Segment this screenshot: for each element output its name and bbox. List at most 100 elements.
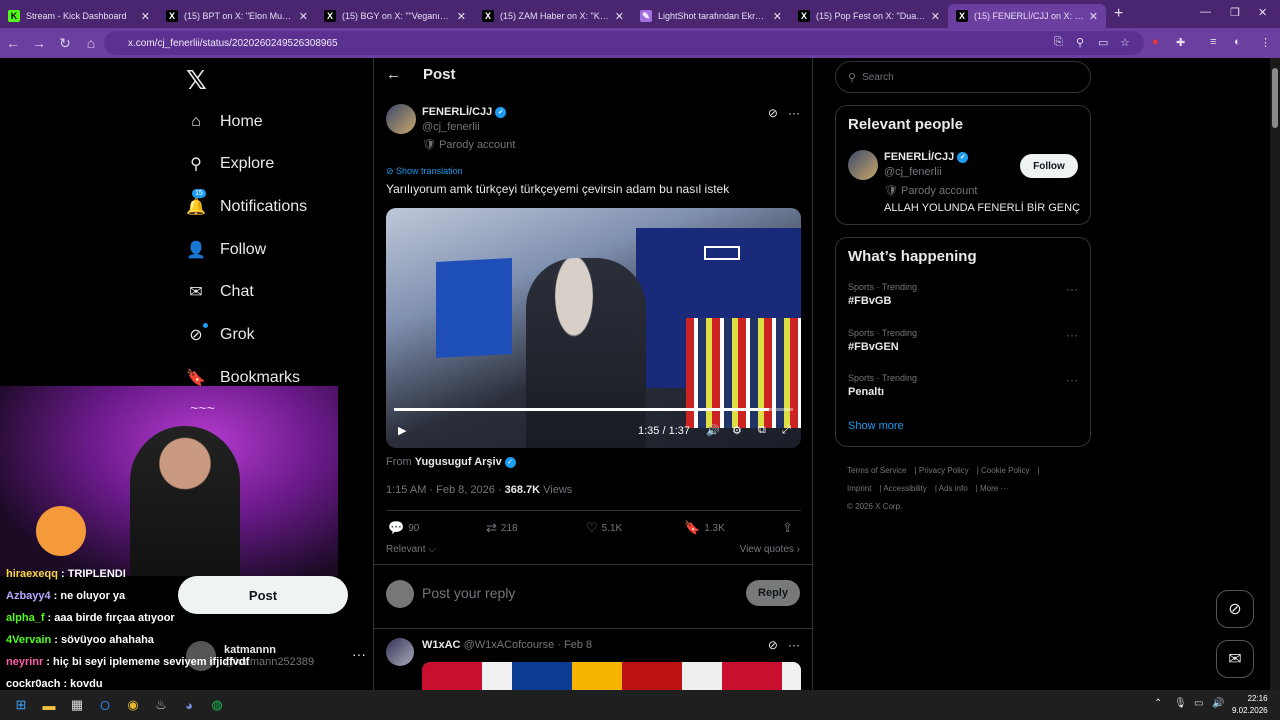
nav-explore[interactable]: ⚲ Explore	[186, 154, 274, 174]
video-progress-bar[interactable]	[394, 408, 793, 411]
forward-icon[interactable]: →	[26, 35, 52, 51]
volume-icon[interactable]: 🔊	[706, 424, 720, 437]
author-name[interactable]: FENERLİ/CJJ ✓	[422, 106, 507, 118]
neon-sign-image: ~~~	[190, 400, 215, 416]
nav-follow[interactable]: 👤 Follow	[186, 240, 266, 260]
repost-action[interactable]: ⇄ 218	[486, 520, 518, 536]
minimize-icon[interactable]: —	[1200, 6, 1211, 18]
reply-action[interactable]: 💬 90	[388, 520, 419, 536]
grok-icon[interactable]: ⊘	[768, 638, 778, 652]
person-handle[interactable]: @cj_fenerlii	[884, 166, 942, 178]
author-avatar[interactable]	[386, 104, 416, 134]
nav-chat[interactable]: ✉ Chat	[186, 282, 254, 302]
scrollbar-thumb[interactable]	[1272, 68, 1278, 128]
avatar[interactable]	[386, 638, 414, 666]
url-field[interactable]: x.com/cj_fenerlii/status/202026024952630…	[104, 31, 1144, 55]
reply-input[interactable]: Post your reply	[422, 585, 515, 601]
browser-tab[interactable]: X(15) BPT on X: "Elon Musk'ın 1.0✕	[158, 4, 316, 28]
browser-tab[interactable]: X(15) BGY on X: ""Veganım ben"✕	[316, 4, 474, 28]
mic-icon[interactable]: 🎙	[1174, 698, 1187, 709]
more-icon[interactable]: ···	[1066, 373, 1078, 387]
file-explorer-icon[interactable]: ▬	[38, 694, 60, 716]
home-browser-icon[interactable]: ⌂	[78, 35, 104, 51]
source-name[interactable]: Yugusuguf Arşiv	[415, 456, 502, 468]
close-icon[interactable]: ✕	[299, 10, 308, 23]
video-player[interactable]: ▶ 1:35 / 1:37 🔊 ⚙ ⧉ ⤢	[386, 208, 801, 448]
reply-author[interactable]: W1xAC @W1xACofcourse · Feb 8	[422, 639, 592, 651]
avatar	[386, 580, 414, 608]
page-scrollbar[interactable]	[1270, 58, 1280, 690]
reading-list-icon[interactable]: ≡	[1210, 36, 1216, 48]
x-logo[interactable]: 𝕏	[186, 66, 207, 96]
nav-grok[interactable]: ⊘ Grok	[186, 323, 255, 345]
profile-avatar[interactable]: ◐	[1234, 36, 1241, 48]
person-name[interactable]: FENERLİ/CJJ ✓	[884, 151, 969, 163]
follow-button[interactable]: Follow	[1020, 154, 1078, 178]
pip-icon[interactable]: ⧉	[758, 424, 766, 437]
browser-tab-active[interactable]: X(15) FENERLİ/CJJ on X: "Yarılıyo✕	[948, 4, 1106, 28]
browser-tab[interactable]: K Stream - Kick Dashboard ✕	[0, 4, 158, 28]
reply-image[interactable]	[422, 662, 801, 690]
fullscreen-icon[interactable]: ⤢	[782, 424, 791, 437]
windows-start-icon[interactable]: ⊞	[10, 694, 32, 716]
bookmark-star-icon[interactable]: ☆	[1120, 36, 1130, 49]
trend-item[interactable]: Sports · Trending Penaltı	[848, 373, 917, 398]
reload-icon[interactable]: ↻	[52, 35, 78, 52]
extension-icon[interactable]: ●	[1152, 36, 1159, 48]
speaker-icon[interactable]: 🔊	[1212, 698, 1224, 709]
share-action[interactable]: ⇪	[782, 520, 797, 536]
back-icon[interactable]: ←	[0, 35, 26, 51]
nav-notifications[interactable]: 🔔 15 Notifications	[186, 189, 307, 217]
close-icon[interactable]: ✕	[931, 10, 940, 23]
bookmark-action[interactable]: 🔖 1.3K	[684, 520, 725, 536]
reply-button[interactable]: Reply	[746, 580, 800, 606]
close-icon[interactable]: ✕	[773, 10, 782, 23]
steam-icon[interactable]: ♨	[150, 694, 172, 716]
chrome-icon[interactable]: ◉	[122, 694, 144, 716]
outlook-icon[interactable]: O	[94, 694, 116, 716]
more-icon[interactable]: ···	[788, 106, 800, 120]
back-arrow-icon[interactable]: ←	[386, 66, 401, 83]
new-tab-icon[interactable]: +	[1114, 5, 1123, 23]
more-icon[interactable]: ···	[788, 638, 800, 652]
window-close-icon[interactable]: ✕	[1258, 6, 1267, 19]
translate-icon[interactable]: ⎘	[1054, 36, 1063, 49]
close-icon[interactable]: ✕	[141, 10, 150, 23]
avatar[interactable]	[848, 150, 878, 180]
messages-fab-icon[interactable]: ✉	[1216, 640, 1254, 678]
close-icon[interactable]: ✕	[457, 10, 466, 23]
search-input[interactable]: ⚲ Search	[835, 61, 1091, 93]
play-icon[interactable]: ▶	[398, 424, 406, 437]
trend-item[interactable]: Sports · Trending #FBvGEN	[848, 328, 917, 353]
menu-dots-icon[interactable]: ⋮	[1260, 36, 1271, 49]
grok-icon[interactable]: ⊘	[768, 106, 778, 120]
grok-fab-icon[interactable]: ⊘	[1216, 590, 1254, 628]
sort-relevant[interactable]: Relevant ⌵	[386, 544, 436, 555]
close-icon[interactable]: ✕	[615, 10, 624, 23]
browser-tab[interactable]: X(15) ZAM Haber on X: "Kadın p✕	[474, 4, 632, 28]
spotify-icon[interactable]: ◍	[206, 694, 228, 716]
settings-icon[interactable]: ⚙	[732, 424, 742, 437]
display-icon[interactable]: ▭	[1194, 698, 1203, 709]
more-icon[interactable]: ···	[1066, 328, 1078, 342]
tray-chevron-icon[interactable]: ⌃	[1154, 698, 1162, 709]
extensions-puzzle-icon[interactable]: ✚	[1176, 36, 1185, 49]
cast-icon[interactable]: ▭	[1098, 36, 1108, 49]
close-icon[interactable]: ✕	[1089, 10, 1098, 23]
like-action[interactable]: ♡ 5.1K	[586, 520, 622, 536]
author-handle[interactable]: @cj_fenerlii	[422, 121, 480, 133]
zoom-icon[interactable]: ⚲	[1076, 36, 1084, 49]
maximize-icon[interactable]: ❐	[1230, 6, 1240, 19]
browser-tab[interactable]: X(15) Pop Fest on X: "Dua Lipa, T✕	[790, 4, 948, 28]
more-icon[interactable]: ···	[1066, 282, 1078, 296]
nav-home[interactable]: ⌂ Home	[186, 112, 263, 132]
trend-item[interactable]: Sports · Trending #FBvGB	[848, 282, 917, 307]
view-quotes-link[interactable]: View quotes ›	[740, 544, 800, 555]
discord-icon[interactable]: ◕	[178, 694, 200, 716]
nav-bookmarks[interactable]: 🔖 Bookmarks	[186, 368, 300, 388]
browser-tab[interactable]: ✎LightShot tarafından Ekran Gör✕	[632, 4, 790, 28]
show-translation-link[interactable]: ⊘ Show translation	[386, 166, 463, 177]
show-more-link[interactable]: Show more	[848, 420, 904, 432]
taskbar-clock[interactable]: 22:16 9.02.2026	[1232, 693, 1268, 717]
store-icon[interactable]: ▦	[66, 694, 88, 716]
